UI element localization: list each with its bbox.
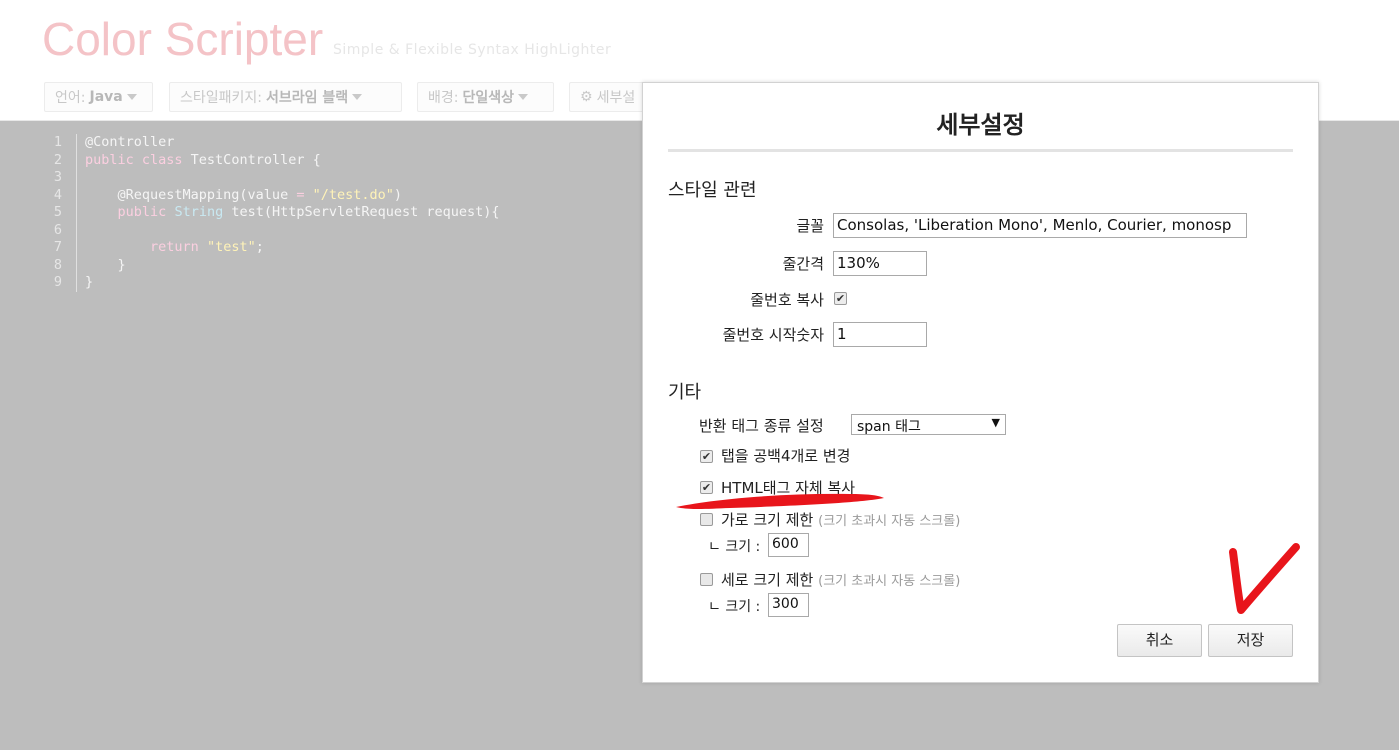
language-dropdown[interactable]: 언어: Java: [44, 82, 153, 112]
code-line: }: [85, 274, 94, 290]
style-package-value: 서브라임 블랙: [266, 90, 349, 106]
line-start-input[interactable]: 1: [833, 322, 927, 347]
dialog-divider: [668, 149, 1293, 152]
width-limit-hint: (크기 초과시 자동 스크롤): [818, 514, 961, 529]
line-number-gutter: 1 2 3 4 5 6 7 8 9: [50, 134, 77, 292]
return-tag-value: span 태그: [857, 419, 921, 435]
code-lines: @Controller public class TestController {…: [85, 134, 500, 292]
width-limit-row: 가로 크기 제한 (크기 초과시 자동 스크롤): [721, 509, 960, 530]
copy-line-numbers-label: 줄번호 복사: [750, 291, 824, 309]
style-package-label: 스타일패키지:: [180, 90, 262, 106]
other-section-heading: 기타: [668, 382, 702, 403]
save-button[interactable]: 저장: [1208, 624, 1293, 657]
chevron-down-icon: [518, 94, 529, 100]
header: Color Scripter Simple & Flexible Syntax …: [0, 0, 1399, 75]
line-number: 7: [53, 239, 62, 255]
code-line: public String test(HttpServletRequest re…: [117, 204, 500, 220]
return-tag-label: 반환 태그 종류 설정: [699, 417, 824, 435]
line-number: 5: [53, 204, 62, 220]
settings-label: 세부설: [596, 90, 636, 106]
background-label: 배경:: [428, 90, 459, 106]
cancel-button[interactable]: 취소: [1117, 624, 1202, 657]
dropdown-arrow-icon: ▼: [991, 416, 1000, 429]
line-start-label: 줄번호 시작숫자: [722, 326, 824, 344]
style-package-dropdown[interactable]: 스타일패키지: 서브라임 블랙: [169, 82, 402, 112]
tab-to-spaces-checkbox[interactable]: ✔: [700, 450, 713, 463]
copy-html-label: HTML태그 자체 복사: [721, 479, 856, 497]
app-tagline: Simple & Flexible Syntax HighLighter: [333, 42, 612, 58]
line-number: 1: [53, 134, 62, 150]
height-limit-row: 세로 크기 제한 (크기 초과시 자동 스크롤): [721, 569, 960, 590]
code-line: @Controller: [85, 134, 175, 150]
font-label: 글꼴: [796, 217, 824, 235]
width-limit-checkbox[interactable]: [700, 513, 713, 526]
settings-dialog: 세부설정 스타일 관련 글꼴 Consolas, 'Liberation Mon…: [642, 82, 1319, 683]
background-dropdown[interactable]: 배경: 단일색상: [417, 82, 554, 112]
gear-icon: ⚙: [580, 89, 593, 105]
language-value: Java: [89, 89, 123, 105]
app-logo[interactable]: Color Scripter: [42, 12, 323, 66]
background-value: 단일색상: [462, 90, 515, 106]
line-number: 6: [53, 221, 62, 238]
copy-html-checkbox[interactable]: ✔: [700, 481, 713, 494]
code-line: public class TestController {: [85, 151, 321, 168]
line-number: 4: [53, 186, 62, 203]
line-height-label: 줄간격: [782, 255, 824, 273]
font-input[interactable]: Consolas, 'Liberation Mono', Menlo, Cour…: [833, 213, 1247, 238]
line-height-input[interactable]: 130%: [833, 251, 927, 276]
language-label: 언어:: [55, 90, 86, 106]
tab-to-spaces-label: 탭을 공백4개로 변경: [721, 447, 851, 465]
copy-line-numbers-checkbox[interactable]: ✔: [834, 292, 847, 305]
height-size-label: ㄴ 크기 :: [708, 599, 761, 615]
width-size-input[interactable]: 600: [768, 533, 809, 557]
height-limit-checkbox[interactable]: [700, 573, 713, 586]
line-number: 3: [53, 169, 62, 185]
line-number: 9: [53, 274, 62, 290]
height-limit-label: 세로 크기 제한: [721, 571, 814, 589]
code-line: return "test";: [150, 239, 264, 255]
line-number: 8: [53, 256, 62, 273]
return-tag-select[interactable]: span 태그 ▼: [851, 414, 1006, 435]
width-limit-label: 가로 크기 제한: [721, 511, 814, 529]
chevron-down-icon: [126, 94, 137, 100]
settings-button[interactable]: ⚙ 세부설: [569, 82, 649, 112]
width-size-label: ㄴ 크기 :: [708, 539, 761, 555]
style-section-heading: 스타일 관련: [668, 180, 757, 201]
height-size-input[interactable]: 300: [768, 593, 809, 617]
height-limit-hint: (크기 초과시 자동 스크롤): [818, 574, 961, 589]
code-line: @RequestMapping(value = "/test.do"): [85, 186, 403, 203]
line-number: 2: [53, 151, 62, 168]
code-line: }: [85, 256, 126, 273]
chevron-down-icon: [352, 94, 363, 100]
dialog-title: 세부설정: [936, 111, 1025, 139]
